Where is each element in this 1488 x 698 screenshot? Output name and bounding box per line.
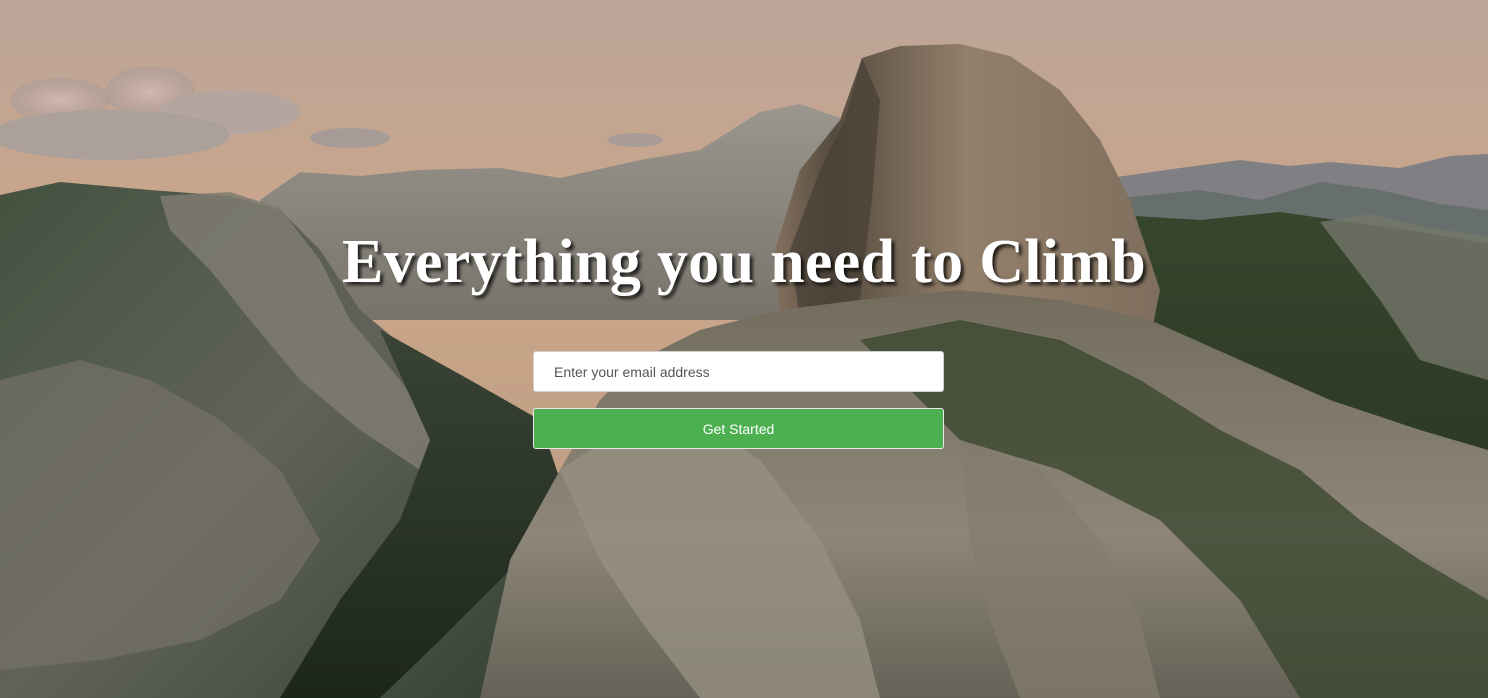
- get-started-button[interactable]: Get Started: [533, 408, 944, 449]
- hero-headline: Everything you need to Climb: [341, 228, 1147, 296]
- email-input[interactable]: [533, 351, 944, 392]
- mountain-background-image: [0, 0, 1488, 698]
- hero-section: Everything you need to Climb Get Started: [0, 0, 1488, 698]
